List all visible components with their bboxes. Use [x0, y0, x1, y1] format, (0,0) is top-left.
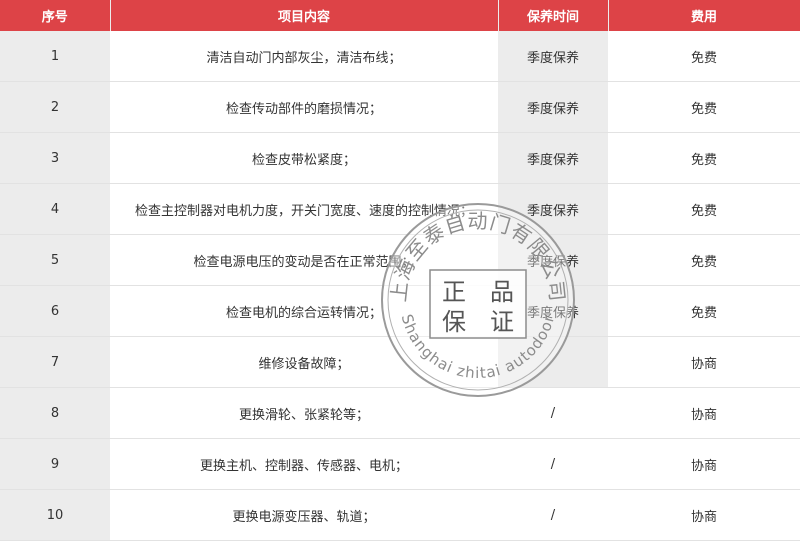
row-time: 季度保养 [498, 234, 608, 286]
row-fee: 免费 [608, 31, 800, 82]
row-time: / [498, 489, 608, 541]
row-item: 更换主机、控制器、传感器、电机； [110, 438, 498, 490]
table-row: 5 检查电源电压的变动是否在正常范围； 季度保养 免费 [0, 234, 800, 286]
row-no: 10 [0, 489, 110, 541]
row-no: 8 [0, 387, 110, 439]
row-time: 季度保养 [498, 81, 608, 133]
row-fee: 免费 [608, 132, 800, 184]
row-fee: 免费 [608, 183, 800, 235]
row-no: 4 [0, 183, 110, 235]
row-fee: 协商 [608, 336, 800, 388]
row-no: 7 [0, 336, 110, 388]
row-no: 1 [0, 31, 110, 82]
row-item: 检查主控制器对电机力度，开关门宽度、速度的控制情况； [110, 183, 498, 235]
header-no: 序号 [0, 0, 111, 31]
row-time [498, 336, 608, 388]
table-row: 4 检查主控制器对电机力度，开关门宽度、速度的控制情况； 季度保养 免费 [0, 183, 800, 235]
row-item: 维修设备故障； [110, 336, 498, 388]
row-no: 2 [0, 81, 110, 133]
row-item: 检查皮带松紧度； [110, 132, 498, 184]
table-header-row: 序号 项目内容 保养时间 费用 [0, 0, 800, 31]
row-no: 6 [0, 285, 110, 337]
row-item: 更换电源变压器、轨道； [110, 489, 498, 541]
table-row: 9 更换主机、控制器、传感器、电机； / 协商 [0, 438, 800, 490]
table-row: 8 更换滑轮、张紧轮等； / 协商 [0, 387, 800, 439]
row-fee: 协商 [608, 387, 800, 439]
table-row: 3 检查皮带松紧度； 季度保养 免费 [0, 132, 800, 184]
row-fee: 协商 [608, 438, 800, 490]
table-row: 6 检查电机的综合运转情况； 季度保养 免费 [0, 285, 800, 337]
table-row: 2 检查传动部件的磨损情况； 季度保养 免费 [0, 81, 800, 133]
row-time: / [498, 438, 608, 490]
row-fee: 免费 [608, 81, 800, 133]
row-no: 3 [0, 132, 110, 184]
row-fee: 免费 [608, 234, 800, 286]
row-time: 季度保养 [498, 31, 608, 82]
header-time: 保养时间 [498, 0, 609, 31]
row-item: 清洁自动门内部灰尘，清洁布线； [110, 31, 498, 82]
service-table: 序号 项目内容 保养时间 费用 1 清洁自动门内部灰尘，清洁布线； 季度保养 免… [0, 0, 800, 541]
row-fee: 免费 [608, 285, 800, 337]
row-no: 5 [0, 234, 110, 286]
table-row: 10 更换电源变压器、轨道； / 协商 [0, 489, 800, 541]
header-item: 项目内容 [110, 0, 499, 31]
row-item: 更换滑轮、张紧轮等； [110, 387, 498, 439]
row-time: 季度保养 [498, 285, 608, 337]
row-item: 检查传动部件的磨损情况； [110, 81, 498, 133]
header-fee: 费用 [608, 0, 800, 31]
row-item: 检查电源电压的变动是否在正常范围； [110, 234, 498, 286]
table-row: 1 清洁自动门内部灰尘，清洁布线； 季度保养 免费 [0, 31, 800, 82]
row-time: / [498, 387, 608, 439]
row-item: 检查电机的综合运转情况； [110, 285, 498, 337]
table-row: 7 维修设备故障； 协商 [0, 336, 800, 388]
row-time: 季度保养 [498, 132, 608, 184]
row-time: 季度保养 [498, 183, 608, 235]
row-fee: 协商 [608, 489, 800, 541]
row-no: 9 [0, 438, 110, 490]
